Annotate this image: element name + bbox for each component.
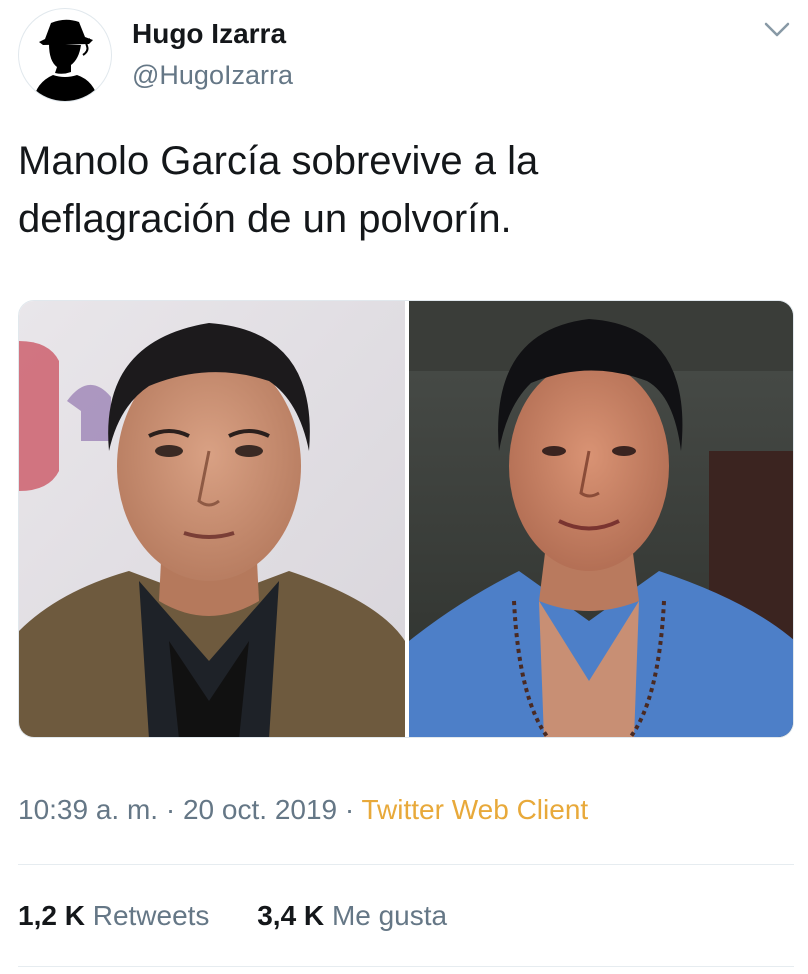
tweet-header: Hugo Izarra @HugoIzarra [0, 0, 808, 110]
user-display-name[interactable]: Hugo Izarra [132, 18, 286, 50]
meta-separator: · [158, 794, 183, 825]
right-portrait-photo[interactable] [409, 301, 793, 737]
divider [18, 864, 794, 865]
tweet-stats: 1,2 K Retweets 3,4 K Me gusta [18, 900, 487, 932]
tweet-text-line: Manolo García sobrevive a la [18, 139, 539, 183]
divider [18, 966, 794, 967]
chevron-down-icon [764, 22, 790, 37]
tweet-media[interactable] [18, 300, 794, 738]
meta-separator: · [337, 794, 362, 825]
tweet-meta: 10:39 a. m. · 20 oct. 2019 · Twitter Web… [18, 794, 588, 826]
left-portrait-photo[interactable] [19, 301, 405, 737]
likes-label: Me gusta [331, 900, 448, 931]
retweets-label: Retweets [92, 900, 210, 931]
tweet-menu-button[interactable] [760, 14, 794, 44]
likes-stat[interactable]: 3,4 K Me gusta [257, 900, 447, 932]
retweets-stat[interactable]: 1,2 K Retweets [18, 900, 209, 932]
retweets-count: 1,2 K [18, 900, 85, 931]
tweet-time[interactable]: 10:39 a. m. [18, 794, 158, 825]
tweet-date[interactable]: 20 oct. 2019 [183, 794, 337, 825]
tweet-source-link[interactable]: Twitter Web Client [362, 794, 589, 825]
user-handle[interactable]: @HugoIzarra [132, 60, 293, 91]
tweet-text: Manolo García sobrevive a la deflagració… [18, 132, 788, 248]
tweet-text-line: deflagración de un polvorín. [18, 197, 512, 241]
silhouette-avatar-icon [33, 19, 99, 101]
user-avatar[interactable] [18, 8, 112, 102]
likes-count: 3,4 K [257, 900, 325, 931]
